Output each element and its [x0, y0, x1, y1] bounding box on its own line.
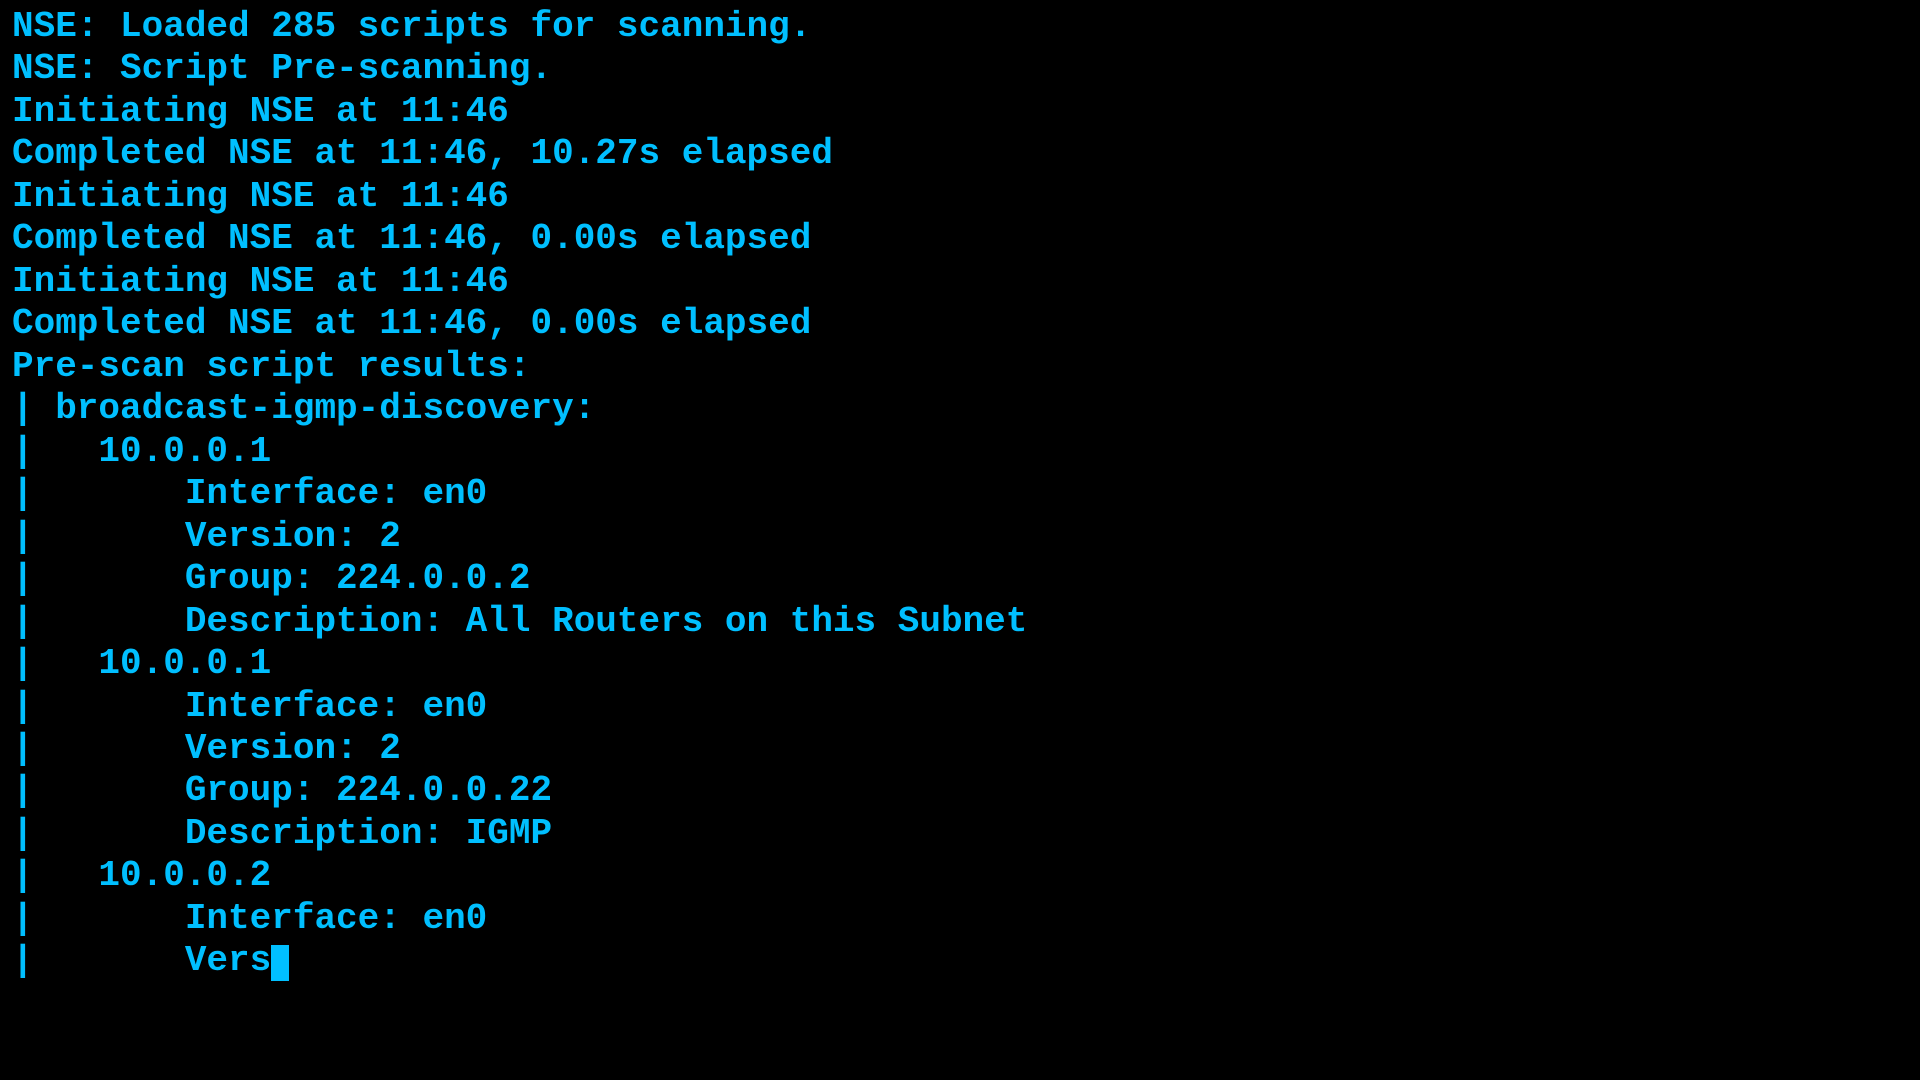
terminal-line: Pre-scan script results: [12, 346, 1908, 388]
terminal-line: | Group: 224.0.0.22 [12, 770, 1908, 812]
terminal-line: Completed NSE at 11:46, 0.00s elapsed [12, 303, 1908, 345]
terminal-line: | Version: 2 [12, 516, 1908, 558]
terminal-output: NSE: Loaded 285 scripts for scanning.NSE… [12, 6, 1908, 983]
terminal-line: | Description: All Routers on this Subne… [12, 601, 1908, 643]
terminal-line: NSE: Script Pre-scanning. [12, 48, 1908, 90]
terminal-line: | Description: IGMP [12, 813, 1908, 855]
terminal-line: Completed NSE at 11:46, 10.27s elapsed [12, 133, 1908, 175]
terminal-cursor [271, 945, 289, 981]
terminal-line: | 10.0.0.1 [12, 431, 1908, 473]
terminal-line: Initiating NSE at 11:46 [12, 176, 1908, 218]
terminal-line: | Interface: en0 [12, 898, 1908, 940]
terminal-line: | Vers [12, 940, 1908, 982]
terminal-line: | 10.0.0.1 [12, 643, 1908, 685]
terminal-line: | Group: 224.0.0.2 [12, 558, 1908, 600]
terminal-line: Initiating NSE at 11:46 [12, 261, 1908, 303]
terminal-line: | Interface: en0 [12, 473, 1908, 515]
terminal-line: | broadcast-igmp-discovery: [12, 388, 1908, 430]
terminal-line: | Version: 2 [12, 728, 1908, 770]
terminal-line: Completed NSE at 11:46, 0.00s elapsed [12, 218, 1908, 260]
terminal-line: | Interface: en0 [12, 686, 1908, 728]
terminal-line: NSE: Loaded 285 scripts for scanning. [12, 6, 1908, 48]
terminal-line: | 10.0.0.2 [12, 855, 1908, 897]
terminal-line: Initiating NSE at 11:46 [12, 91, 1908, 133]
